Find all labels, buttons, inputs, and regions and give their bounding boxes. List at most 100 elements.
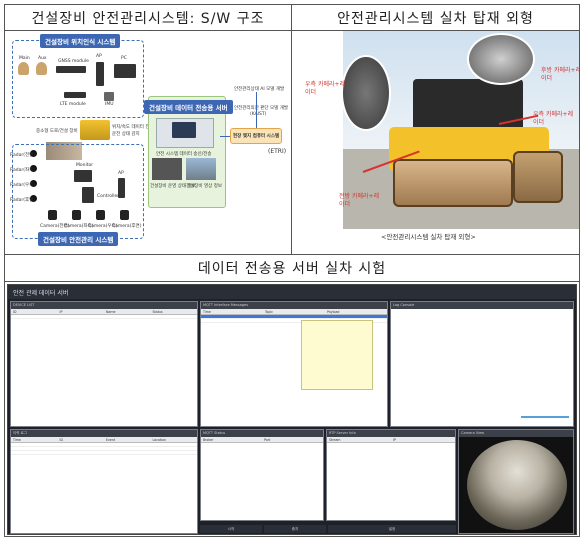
col-ip[interactable]: IP [391,437,455,442]
mqtt-messages-header: MQTT Interface Messages [201,302,387,309]
front-camera-callout: 전방 카메라+레 이더 [339,193,380,208]
rtp-server-header: RTP Server Info [327,430,455,437]
rear-camera-inset [467,33,535,85]
roller-drum [393,159,513,207]
stop-button[interactable]: 중지 [264,525,326,533]
rear-camera-callout: 후방 카메라+레 이더 [541,67,579,82]
col-event[interactable]: Event [104,437,151,442]
roller-thumbnail [80,120,110,140]
rtp-columns: Stream IP [327,437,455,443]
main-label: Main [19,56,30,61]
col-broker[interactable]: Broker [201,437,262,442]
sw-structure-title: 건설장비 안전관리시스템: S/W 구조 [5,5,291,30]
gnss-module-icon [56,66,86,73]
col-status[interactable]: Status [151,309,198,314]
start-button[interactable]: 시작 [200,525,262,533]
server-test-title: 데이터 전송용 서버 실차 시험 [5,255,579,281]
history-log-pane: 이력 로그 Time ID Event Location [10,429,198,534]
column-divider [291,4,292,254]
col-port[interactable]: Port [262,437,323,442]
ap-router-icon [96,62,104,86]
roller-drum-rear [513,151,563,203]
kaist-sub-label: 안전관리의한 판단 모델 개발 [234,106,288,111]
main-antenna-icon [18,62,29,75]
monitor-label: Monitor [76,163,94,168]
col-id[interactable]: ID [11,309,58,314]
col-time[interactable]: Time [201,309,263,314]
etri-label: (ETRI) [268,148,287,155]
ap2-icon [118,178,125,198]
payload-tooltip [301,320,373,390]
radar-right-label: Radar(우측) [10,183,36,188]
radar-front-label: Radar(전면) [10,153,36,158]
log-console-header: Log Console [391,302,573,309]
mqtt-status-columns: Broker Port [201,437,323,443]
camera-right-icon [96,210,105,220]
link-field-ai [256,92,257,128]
server-app-window: 안전 관제 데이터 서버 DEVICE LIST ID IP Name Stat… [7,284,577,535]
device-list-pane: DEVICE LIST ID IP Name Status [10,301,198,427]
device-list-header: DEVICE LIST [11,302,197,309]
server-caption-1: 안전 시스템 데이터 송신/전송 [156,152,212,157]
camera-view-pane: Camera View [458,429,574,534]
pc-icon [114,64,136,78]
imu-icon [104,92,114,101]
table-row[interactable] [11,315,197,319]
aux-antenna-icon [36,62,47,75]
sw-architecture-diagram: 건설장비 위치인식 시스템 Main Aux GNSS module AP PC… [6,32,290,252]
cond-label: 운전 상태 감지 [112,132,140,137]
camera-view-header: Camera View [459,430,573,437]
mqtt-status-header: MQTT Status [201,430,323,437]
col-stream[interactable]: Stream [327,437,391,442]
server-app-title: 안전 관제 데이터 서버 [13,289,69,297]
fisheye-image [467,440,567,530]
controller-icon [82,187,94,203]
settings-button[interactable]: 설정 [328,525,456,533]
pc-label: PC [121,56,127,61]
server-app-titlebar: 안전 관제 데이터 서버 [8,285,576,299]
server-caption-3: 건설장비 영상 정보 [186,184,222,189]
radar-rear-label: Radar(후면) [10,198,36,203]
col-payload[interactable]: Payload [325,309,387,314]
vehicle-photo: 우측 카메라+레 이더 후방 카메라+레 이더 우측 카메라+레 이더 전방 카… [293,31,579,253]
camera-rear-icon [120,210,129,220]
position-system-tag: 건설장비 위치인식 시스템 [40,34,121,48]
camera-rear-label: Camera(후면) [112,224,142,229]
col-id[interactable]: ID [58,437,105,442]
radar-left-label: Radar(좌측) [10,168,36,173]
col-location[interactable]: Location [151,437,198,442]
server-screen-2 [186,158,216,180]
rtp-server-pane: RTP Server Info Stream IP [326,429,456,521]
side-camera-callout: 우측 카메라+레 이더 [533,111,574,126]
controller-label: Controller [97,194,120,199]
camera-front-icon [48,210,57,220]
kaist-label: (KAIST) [250,112,267,117]
gnss-label: GNSS module [58,59,89,64]
field-computer-label: 현장 맺지 컴퓨터 시스템 [233,134,280,139]
camera-left-icon [72,210,81,220]
right-camera-inset [341,55,391,131]
ap2-label: AP [118,171,124,176]
log-console-pane: Log Console [390,301,574,427]
lte-module-icon [64,92,86,98]
ai-model-label: 안전관리상태 AI 모델 개발 [234,87,285,92]
photo-caption: <안전관리시스템 실차 탑재 외형> [381,233,476,241]
equip-label: 중소형 도로/건설 장비 [36,129,78,134]
install-exterior-title: 안전관리시스템 실차 탑재 외형 [292,5,579,30]
server-tag: 건설장비 데이터 전송용 서버 [144,100,233,114]
link-server-field [220,136,230,137]
col-topic[interactable]: Topic [263,309,325,314]
table-row[interactable] [11,451,197,455]
safety-system-tag: 건설장비 안전관리 시스템 [38,232,119,246]
col-time[interactable]: Time [11,437,58,442]
server-monitor-icon [172,122,196,138]
col-name[interactable]: Name [104,309,151,314]
aux-label: Aux [38,56,47,61]
ap-label: AP [96,54,102,59]
log-progress-bar [521,416,569,418]
lte-label: LTE module [60,102,86,107]
server-screen-1 [152,158,182,180]
col-ip[interactable]: IP [58,309,105,314]
monitor-icon [74,170,92,182]
history-log-header: 이력 로그 [11,430,197,437]
